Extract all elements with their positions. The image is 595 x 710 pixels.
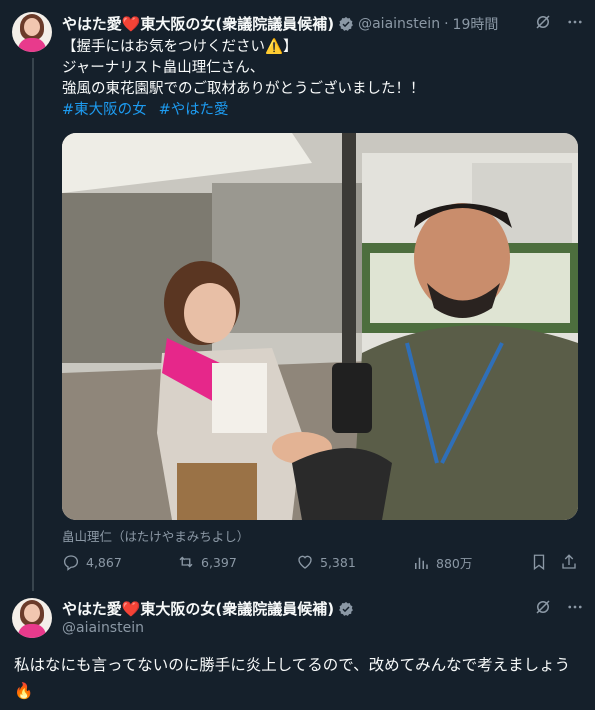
grok-icon[interactable]: [534, 13, 552, 31]
avatar[interactable]: [12, 12, 52, 52]
verified-badge-icon: [339, 16, 354, 31]
tweet-line: 強風の東花園駅でのご取材ありがとうございました！！: [62, 81, 425, 97]
thread-line: [32, 58, 34, 591]
tweet-line: ジャーナリスト畠山理仁さん、: [62, 60, 265, 76]
reply-text: 私はなにも言ってないのに勝手に炎上してるので、改めてみんなで考えましょう🔥: [14, 656, 571, 700]
tweet-actions: 4,867 6,397 5,381 880万: [62, 553, 578, 573]
tweet-line: 【握手にはお気をつけください⚠️】: [62, 39, 298, 55]
handle[interactable]: @aiainstein: [358, 16, 440, 32]
more-icon[interactable]: [566, 598, 584, 616]
like-count: 5,381: [320, 554, 356, 570]
reply-header: やはた愛❤️東大阪の女(衆議院議員候補): [62, 598, 358, 619]
avatar[interactable]: [12, 598, 52, 638]
like-button[interactable]: 5,381: [296, 553, 356, 571]
verified-badge-icon: [339, 601, 354, 616]
reply-top-actions: [534, 598, 584, 616]
bookmark-icon: [533, 554, 545, 571]
views-button[interactable]: 880万: [412, 553, 472, 572]
repost-icon: [179, 556, 193, 568]
photo-caption[interactable]: 畠山理仁（はたけやまみちよし）: [62, 526, 249, 545]
share-button[interactable]: [560, 553, 578, 571]
tweet-photo[interactable]: [62, 133, 578, 520]
repost-button[interactable]: 6,397: [177, 553, 237, 571]
repost-count: 6,397: [201, 554, 237, 570]
reply-icon: [63, 555, 79, 571]
like-icon: [298, 555, 312, 569]
bookmark-button[interactable]: [530, 553, 548, 571]
hashtag-link[interactable]: #やはた愛: [159, 102, 229, 118]
handle[interactable]: @aiainstein: [62, 620, 144, 636]
photo-illustration: [62, 133, 578, 520]
views-count: 880万: [436, 556, 473, 571]
share-icon: [562, 554, 576, 569]
reply-count: 4,867: [86, 554, 122, 570]
display-name[interactable]: やはた愛❤️東大阪の女(衆議院議員候補): [62, 598, 334, 619]
views-icon: [415, 557, 428, 569]
separator-dot: ·: [444, 15, 449, 32]
tweet-header: やはた愛❤️東大阪の女(衆議院議員候補) @aiainstein · 19時間: [62, 13, 498, 34]
tweet-top-actions: [534, 13, 584, 31]
tweet-text: 【握手にはお気をつけください⚠️】 ジャーナリスト畠山理仁さん、 強風の東花園駅…: [62, 37, 572, 121]
display-name[interactable]: やはた愛❤️東大阪の女(衆議院議員候補): [62, 13, 334, 34]
timestamp[interactable]: 19時間: [453, 14, 499, 34]
hashtag-link[interactable]: #東大阪の女: [62, 102, 147, 118]
reply-button[interactable]: 4,867: [62, 553, 122, 571]
more-icon[interactable]: [566, 13, 584, 31]
grok-icon[interactable]: [534, 598, 552, 616]
